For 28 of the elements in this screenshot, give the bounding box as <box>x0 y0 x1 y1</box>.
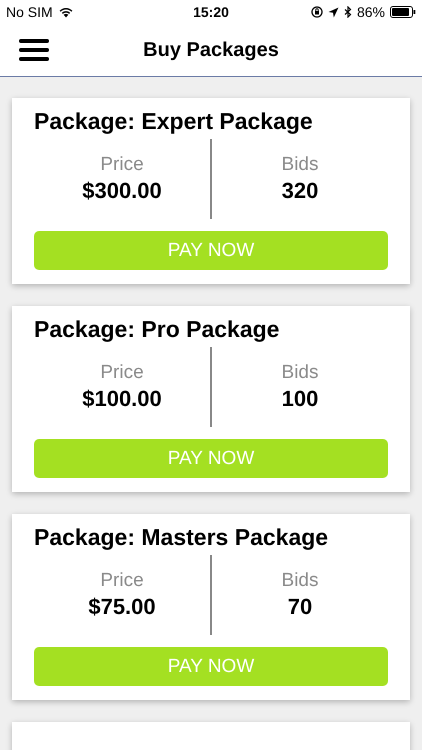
rotation-lock-icon <box>310 6 323 18</box>
package-title: Package: Masters Package <box>34 524 330 551</box>
page-title: Buy Packages <box>143 38 279 62</box>
package-title: Package: Pro Package <box>34 316 280 343</box>
package-title: Package: Expert Package <box>34 108 314 135</box>
bids-value: 100 <box>282 386 318 412</box>
carrier-text: No SIM <box>6 4 53 20</box>
bluetooth-icon <box>344 6 352 18</box>
price-label: Price <box>100 570 144 592</box>
price-value: $100.00 <box>82 386 162 412</box>
battery-icon <box>390 6 416 18</box>
battery-text: 86% <box>356 4 385 20</box>
bids-label: Bids <box>282 570 318 592</box>
price-value: $300.00 <box>82 178 162 204</box>
bids-value: 70 <box>288 594 312 620</box>
wifi-icon <box>58 6 74 18</box>
price-label: Price <box>100 362 144 384</box>
menu-icon[interactable] <box>19 39 49 61</box>
location-icon <box>328 6 339 18</box>
price-value: $75.00 <box>88 594 156 620</box>
clock-text: 15:20 <box>193 4 229 20</box>
bids-label: Bids <box>282 154 318 176</box>
pay-now-button[interactable]: PAY NOW <box>34 231 388 270</box>
pay-now-button[interactable]: PAY NOW <box>34 439 388 478</box>
bids-label: Bids <box>282 362 318 384</box>
bids-value: 320 <box>282 178 318 204</box>
price-label: Price <box>100 154 144 176</box>
pay-now-button[interactable]: PAY NOW <box>34 647 388 686</box>
